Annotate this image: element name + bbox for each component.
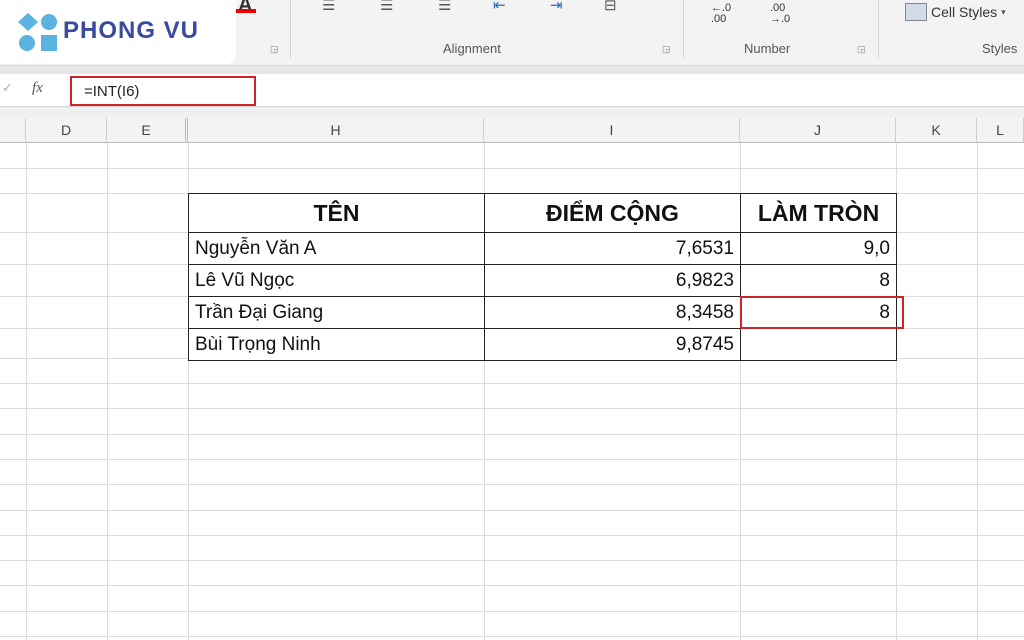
table-row: Nguyễn Văn A 7,6531 9,0: [188, 232, 897, 265]
rounded-cell[interactable]: 8: [740, 264, 897, 297]
table-header-row: TÊN ĐIỂM CỘNG LÀM TRÒN: [188, 193, 897, 233]
header-rounded[interactable]: LÀM TRÒN: [740, 193, 897, 233]
align-right-icon[interactable]: ☰: [438, 0, 451, 14]
cell-styles-button[interactable]: Cell Styles ▾: [905, 3, 1006, 21]
enter-icon[interactable]: ✓: [2, 80, 13, 96]
rounded-cell[interactable]: [740, 328, 897, 361]
header-name[interactable]: TÊN: [188, 193, 485, 233]
header-score[interactable]: ĐIỂM CỘNG: [484, 193, 741, 233]
increase-indent-icon[interactable]: ⇥: [550, 0, 563, 14]
align-center-icon[interactable]: ☰: [380, 0, 393, 14]
score-cell[interactable]: 6,9823: [484, 264, 741, 297]
increase-decimal-button[interactable]: ←.0 .00: [711, 3, 731, 25]
decrease-indent-icon[interactable]: ⇤: [493, 0, 506, 14]
fx-icon[interactable]: fx: [32, 80, 43, 97]
divider: [878, 0, 879, 58]
number-launcher-icon[interactable]: ◲: [857, 44, 866, 55]
score-cell[interactable]: 8,3458: [484, 296, 741, 329]
cell-styles-label: Cell Styles: [931, 4, 998, 20]
font-color-swatch: [236, 9, 256, 13]
row-header-corner[interactable]: [0, 118, 26, 143]
name-cell[interactable]: Trần Đại Giang: [188, 296, 485, 329]
formula-input[interactable]: =INT(I6): [70, 76, 256, 106]
formula-bar: ✓ fx =INT(I6): [0, 74, 1024, 107]
name-cell[interactable]: Lê Vũ Ngọc: [188, 264, 485, 297]
chevron-down-icon: ▾: [1001, 6, 1006, 17]
styles-group-label: Styles: [982, 41, 1018, 56]
divider: [290, 0, 291, 58]
score-cell[interactable]: 9,8745: [484, 328, 741, 361]
header-gap: [0, 107, 1024, 118]
rounded-cell[interactable]: 9,0: [740, 232, 897, 265]
score-table: TÊN ĐIỂM CỘNG LÀM TRÒN Nguyễn Văn A 7,65…: [188, 193, 897, 361]
table-row: Bùi Trọng Ninh 9,8745: [188, 328, 897, 361]
divider: [683, 0, 684, 58]
number-group-label: Number: [744, 41, 791, 56]
column-header-h[interactable]: H: [188, 118, 484, 143]
selected-cell-highlight: [740, 296, 904, 329]
cell-styles-icon: [905, 3, 927, 21]
name-cell[interactable]: Nguyễn Văn A: [188, 232, 485, 265]
column-header-k[interactable]: K: [896, 118, 977, 143]
font-launcher-icon[interactable]: ◲: [270, 44, 279, 55]
score-cell[interactable]: 7,6531: [484, 232, 741, 265]
column-header-e[interactable]: E: [107, 118, 188, 143]
column-header-i[interactable]: I: [484, 118, 740, 143]
logo-text: PHONG VU: [63, 17, 200, 44]
align-left-icon[interactable]: ☰: [322, 0, 335, 14]
column-header-d[interactable]: D: [26, 118, 107, 143]
column-header-j[interactable]: J: [740, 118, 896, 143]
merge-center-icon[interactable]: ⊟: [604, 0, 617, 14]
decrease-decimal-button[interactable]: .00 →.0: [770, 3, 790, 25]
table-row: Lê Vũ Ngọc 6,9823 8: [188, 264, 897, 297]
name-cell[interactable]: Bùi Trọng Ninh: [188, 328, 485, 361]
column-header-l[interactable]: L: [977, 118, 1024, 143]
logo: PHONG VU: [0, 0, 236, 64]
ribbon-gap: [0, 66, 1024, 74]
logo-mark-icon: [18, 13, 57, 51]
alignment-launcher-icon[interactable]: ◲: [662, 44, 671, 55]
alignment-group-label: Alignment: [443, 41, 501, 56]
